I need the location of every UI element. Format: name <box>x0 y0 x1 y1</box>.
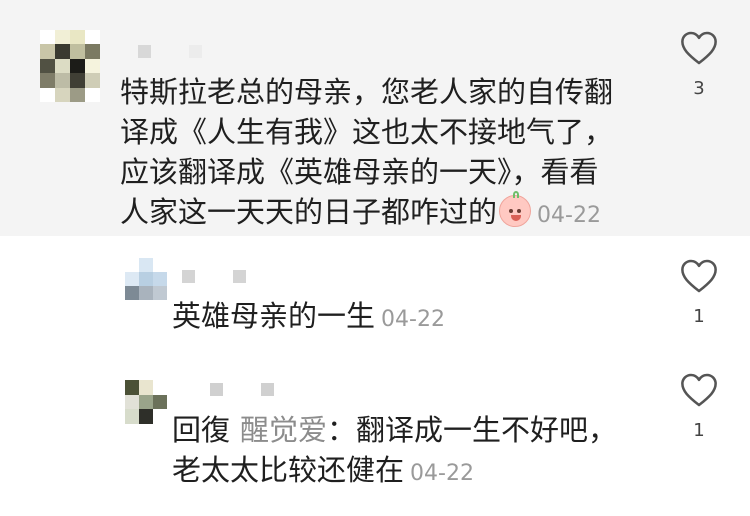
like-button[interactable]: 1 <box>669 372 729 441</box>
avatar-pixel <box>85 87 100 102</box>
avatar[interactable] <box>40 30 100 102</box>
username-blur-block <box>210 383 223 396</box>
like-button[interactable]: 1 <box>669 258 729 327</box>
avatar-pixel <box>125 272 139 286</box>
avatar-pixel <box>85 44 100 59</box>
avatar-pixel <box>70 30 85 45</box>
avatar-pixel <box>70 44 85 59</box>
avatar[interactable] <box>125 258 167 300</box>
blush-face-emoji <box>499 191 532 227</box>
avatar-pixel <box>125 409 139 424</box>
avatar-pixel <box>139 258 153 272</box>
avatar-pixel <box>55 44 70 59</box>
username-blurred[interactable] <box>138 45 202 58</box>
avatar-pixel <box>55 87 70 102</box>
avatar-pixel <box>139 380 153 395</box>
heart-outline-icon <box>681 31 717 65</box>
like-count: 1 <box>693 420 705 441</box>
comment-date: 04-22 <box>537 203 601 228</box>
avatar-pixel <box>40 44 55 59</box>
reply-body[interactable]: 英雄母亲的一生 04-22 <box>172 296 652 340</box>
avatar-pixel <box>85 30 100 45</box>
reply-prefix: 回復 <box>172 413 231 447</box>
avatar-pixel <box>153 380 167 395</box>
reply-date: 04-22 <box>410 461 474 486</box>
avatar-pixel <box>70 58 85 74</box>
like-button[interactable]: 3 <box>669 30 729 99</box>
avatar[interactable] <box>125 380 167 424</box>
avatar-pixel <box>125 286 139 300</box>
avatar-pixel <box>125 380 139 395</box>
avatar-pixel <box>85 58 100 74</box>
like-count: 3 <box>693 78 705 99</box>
avatar-pixel <box>153 258 167 272</box>
avatar-pixel <box>153 409 167 424</box>
avatar-pixel <box>139 272 153 286</box>
reply-text: 英雄母亲的一生 <box>172 299 376 333</box>
comment-body[interactable]: 特斯拉老总的母亲，您老人家的自传翻 译成《人生有我》这也太不接地气了， 应该翻译… <box>120 72 680 236</box>
avatar-pixel <box>55 58 70 74</box>
avatar-pixel <box>55 30 70 45</box>
username-blur-block <box>189 45 202 58</box>
username-blurred[interactable] <box>182 270 246 283</box>
reply-date: 04-22 <box>381 307 445 332</box>
reply-target-username[interactable]: 醒觉爱 <box>240 413 327 447</box>
avatar-pixel <box>55 73 70 88</box>
avatar-pixel <box>70 73 85 88</box>
avatar-pixel <box>153 286 167 300</box>
avatar-pixel <box>139 409 153 424</box>
username-blur-block <box>138 45 151 58</box>
avatar-pixel <box>139 394 153 410</box>
heart-outline-icon <box>681 373 717 407</box>
avatar-pixel <box>40 87 55 102</box>
username-blur-block <box>182 270 195 283</box>
avatar-pixel <box>125 258 139 272</box>
avatar-pixel <box>153 272 167 286</box>
avatar-pixel <box>139 286 153 300</box>
heart-outline-icon <box>681 259 717 293</box>
avatar-pixel <box>40 58 55 74</box>
reply-text: ：翻译成一生不好吧， 老太太比较还健在 <box>172 413 618 487</box>
like-count: 1 <box>693 306 705 327</box>
avatar-pixel <box>40 73 55 88</box>
reply-body[interactable]: 回復 醒觉爱：翻译成一生不好吧， 老太太比较还健在 04-22 <box>172 410 652 494</box>
avatar-pixel <box>70 87 85 102</box>
username-blur-block <box>233 270 246 283</box>
avatar-pixel <box>153 394 167 410</box>
username-blur-block <box>261 383 274 396</box>
avatar-pixel <box>125 394 139 410</box>
avatar-pixel <box>85 73 100 88</box>
avatar-pixel <box>40 30 55 45</box>
username-blurred[interactable] <box>210 383 274 396</box>
